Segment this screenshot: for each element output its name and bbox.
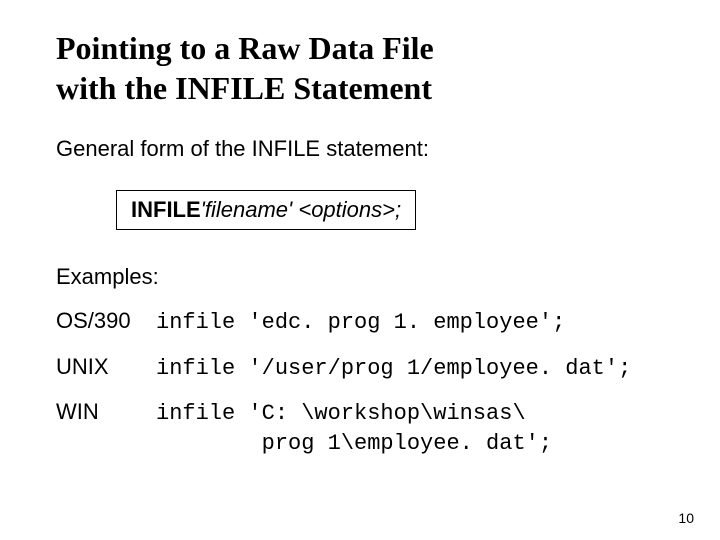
example-os: OS/390: [56, 308, 156, 334]
title-line-1: Pointing to a Raw Data File: [56, 30, 434, 66]
slide-title: Pointing to a Raw Data File with the INF…: [56, 28, 664, 108]
syntax-keyword: INFILE: [131, 197, 201, 222]
title-line-2: with the INFILE Statement: [56, 70, 432, 106]
slide: Pointing to a Raw Data File with the INF…: [0, 0, 720, 540]
example-code: infile 'edc. prog 1. employee';: [156, 308, 664, 338]
example-code: infile '/user/prog 1/employee. dat';: [156, 354, 664, 384]
page-number: 10: [678, 510, 694, 526]
examples-label: Examples:: [56, 264, 664, 290]
intro-text: General form of the INFILE statement:: [56, 136, 664, 162]
syntax-box: INFILE'filename' <options>;: [116, 190, 416, 230]
example-os: UNIX: [56, 354, 156, 380]
syntax-args: 'filename' <options>;: [201, 197, 401, 222]
example-code: infile 'C: \workshop\winsas\ prog 1\empl…: [156, 399, 664, 458]
examples-table: OS/390 infile 'edc. prog 1. employee'; U…: [56, 308, 664, 459]
example-os: WIN: [56, 399, 156, 425]
